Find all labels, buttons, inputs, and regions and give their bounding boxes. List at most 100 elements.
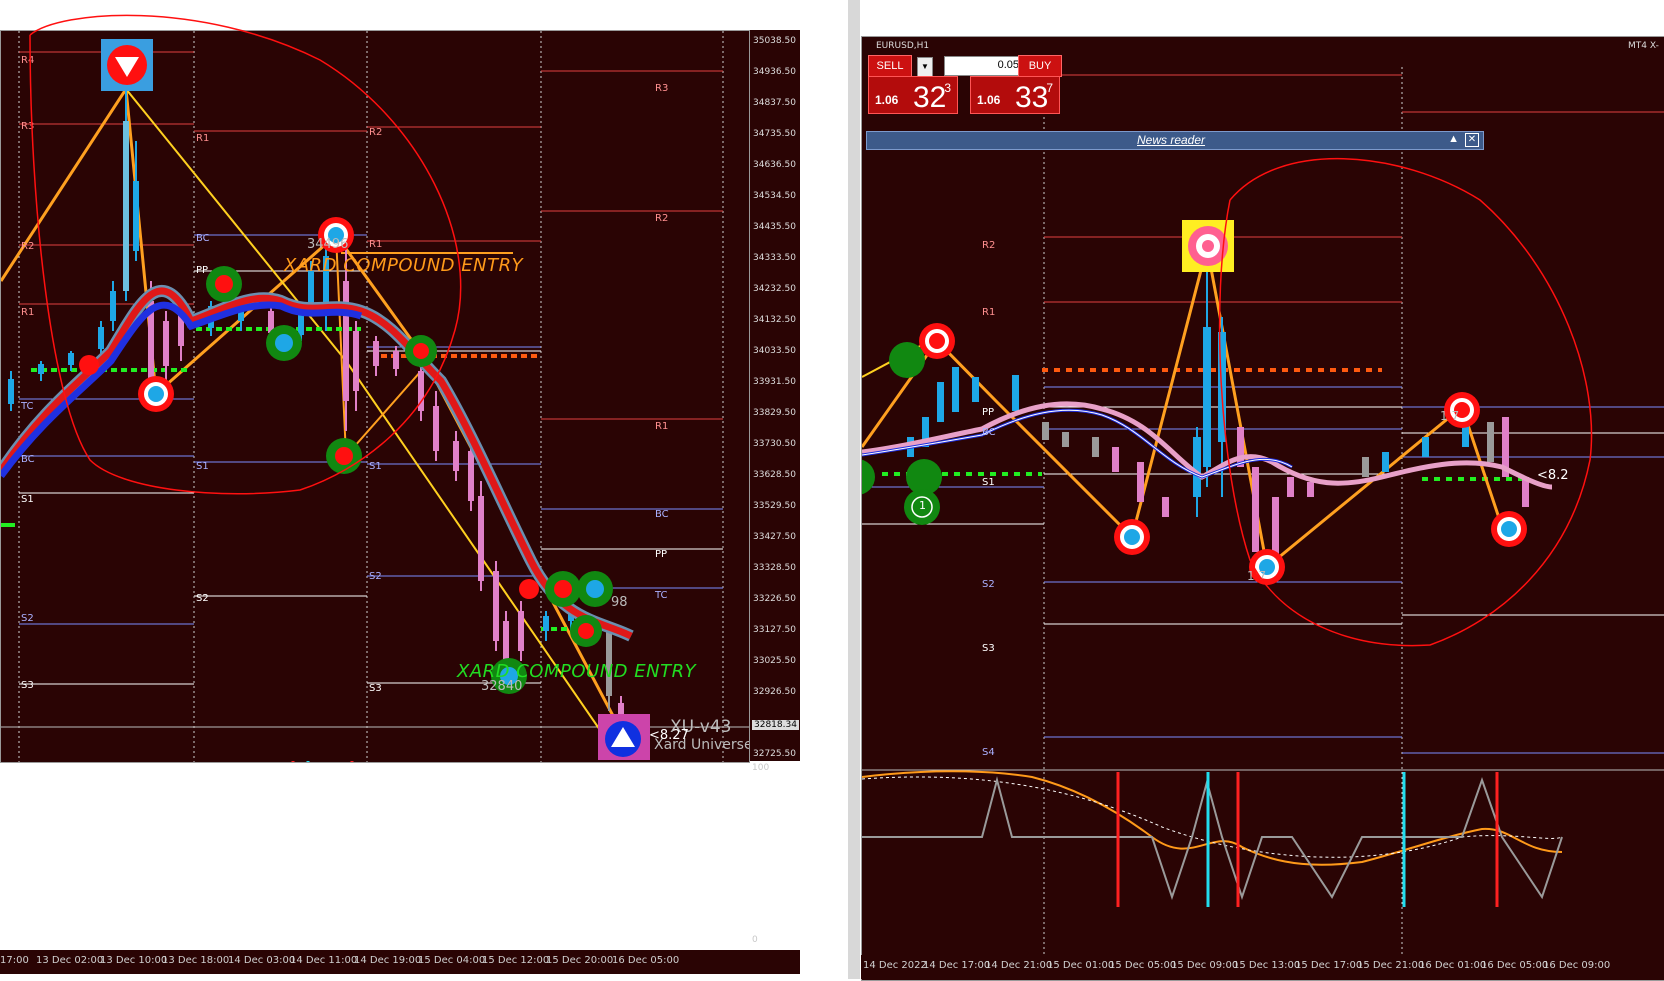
time-label: 15 Dec 17:00 [1295, 960, 1363, 971]
time-label: 15 Dec 01:00 [1047, 960, 1115, 971]
level-label: 98 [611, 595, 628, 610]
right-time-axis: 14 Dec 2022 14 Dec 17:00 14 Dec 21:00 15… [861, 955, 1664, 979]
price-tick: 33025.50 [753, 656, 796, 666]
pivot-label: S3 [369, 683, 382, 694]
level-label: 34496 [307, 237, 349, 252]
pivot-label: S1 [982, 477, 995, 488]
pivot-label: PP [982, 407, 995, 418]
pivot-label: TC [655, 590, 668, 601]
price-tick: 33730.50 [753, 439, 796, 449]
price-tick: 34232.50 [753, 284, 796, 294]
right-price-chart [862, 67, 1664, 980]
lot-value: 0.05 [997, 59, 1019, 71]
time-label: 13 Dec 10:00 [100, 955, 168, 966]
pivot-label: R1 [369, 239, 383, 250]
pivot-label: R1 [21, 307, 35, 318]
price-tick: 32926.50 [753, 687, 796, 697]
circle-number: 1 [919, 499, 926, 512]
one-click-trading-panel: SELL ▼ 0.05 ▲ BUY 1.06 32 3 1.06 33 7 [868, 52, 1062, 114]
time-label: 14 Dec 21:00 [985, 960, 1053, 971]
compound-entry-label: XARD COMPOUND ENTRY [457, 661, 697, 682]
price-tick: 33931.50 [753, 377, 796, 387]
price-tick: 33127.50 [753, 625, 796, 635]
pivot-label: S2 [369, 571, 382, 582]
news-reader-bar[interactable]: News reader ▲ ✕ [866, 131, 1484, 150]
pivot-label: R4 [21, 55, 35, 66]
price-tick: 33628.50 [753, 470, 796, 480]
pivot-label: R1 [982, 307, 996, 318]
pivot-label: R3 [655, 83, 669, 94]
lot-decrease-icon[interactable]: ▼ [917, 57, 933, 77]
right-chart-panel[interactable]: EURUSD,H1 MT4 X- R2 R1 PP BC S1 S2 S3 S4… [861, 36, 1664, 981]
pivot-label: R2 [21, 241, 35, 252]
pivot-label: R1 [655, 421, 669, 432]
time-label: 14 Dec 19:00 [354, 955, 422, 966]
sell-price-pip: 3 [944, 81, 951, 95]
time-label: 14 Dec 2022 [863, 960, 927, 971]
buy-button[interactable]: BUY [1018, 55, 1062, 77]
oscillator-min: 0 [752, 935, 758, 945]
pivot-label: R1 [196, 133, 210, 144]
time-label: 13 Dec 18:00 [162, 955, 230, 966]
price-tick: 34534.50 [753, 191, 796, 201]
time-label: 13 Dec 02:00 [36, 955, 104, 966]
time-label: 14 Dec 17:00 [923, 960, 991, 971]
pivot-label: S4 [982, 747, 995, 758]
pivot-label: TC [21, 401, 34, 412]
time-label: 15 Dec 12:00 [482, 955, 550, 966]
pivot-label: BC [21, 454, 35, 465]
level-label: 1 7 [1440, 409, 1460, 423]
level-label: 1 7 [1247, 569, 1267, 583]
left-candles [8, 91, 624, 746]
price-tick: 32725.50 [753, 749, 796, 759]
time-label: 16 Dec 05:00 [612, 955, 680, 966]
pivot-label: S2 [21, 613, 34, 624]
pivot-label: R2 [982, 240, 996, 251]
time-label: 15 Dec 09:00 [1171, 960, 1239, 971]
price-tick: 33226.50 [753, 594, 796, 604]
sell-price-button[interactable]: 1.06 32 3 [868, 76, 958, 114]
price-tick: 34435.50 [753, 222, 796, 232]
price-tick: 33829.50 [753, 408, 796, 418]
price-tick: 34033.50 [753, 346, 796, 356]
buy-price-button[interactable]: 1.06 33 7 [970, 76, 1060, 114]
time-label: 17:00 [0, 955, 29, 966]
pivot-label: PP [655, 549, 668, 560]
sell-price-prefix: 1.06 [875, 93, 899, 107]
price-tick: 33328.50 [753, 563, 796, 573]
pivot-label: S3 [21, 680, 34, 691]
pivot-label: BC [196, 233, 210, 244]
time-label: 16 Dec 05:00 [1481, 960, 1549, 971]
left-oscillator [291, 761, 354, 762]
left-time-axis: 17:00 13 Dec 02:00 13 Dec 10:00 13 Dec 1… [0, 950, 800, 974]
pivot-label: S1 [196, 461, 209, 472]
window-divider[interactable] [848, 0, 860, 979]
collapse-icon[interactable]: ▲ [1448, 133, 1459, 145]
compound-entry-label: XARD COMPOUND ENTRY [284, 255, 524, 276]
price-tick: 33529.50 [753, 501, 796, 511]
close-icon[interactable]: ✕ [1465, 133, 1479, 147]
left-pivot-lines [1, 51, 749, 728]
time-label: 16 Dec 09:00 [1543, 960, 1611, 971]
left-price-axis[interactable]: 35038.50 34936.50 34837.50 34735.50 3463… [749, 30, 800, 761]
price-tag-label: <8.27 [649, 728, 689, 743]
price-tick: 34837.50 [753, 98, 796, 108]
time-label: 14 Dec 11:00 [290, 955, 358, 966]
left-price-chart [1, 31, 749, 762]
sell-button[interactable]: SELL [868, 55, 912, 77]
price-tick: 34636.50 [753, 160, 796, 170]
time-label: 14 Dec 03:00 [228, 955, 296, 966]
right-oscillator [862, 770, 1563, 907]
news-reader-title[interactable]: News reader [1137, 133, 1205, 147]
price-tick: 34132.50 [753, 315, 796, 325]
buy-price-prefix: 1.06 [977, 93, 1001, 107]
left-chart-panel[interactable]: R4 R3 R2 R1 TC BC S1 S2 S3 R1 BC PP S1 S… [0, 30, 750, 763]
price-tick: 33427.50 [753, 532, 796, 542]
pivot-label: S1 [369, 461, 382, 472]
time-label: 15 Dec 13:00 [1233, 960, 1301, 971]
sell-price-main: 32 [913, 81, 947, 114]
price-tick: 34936.50 [753, 67, 796, 77]
buy-price-main: 33 [1015, 81, 1049, 114]
pivot-label: S3 [982, 643, 995, 654]
price-tick: 34333.50 [753, 253, 796, 263]
